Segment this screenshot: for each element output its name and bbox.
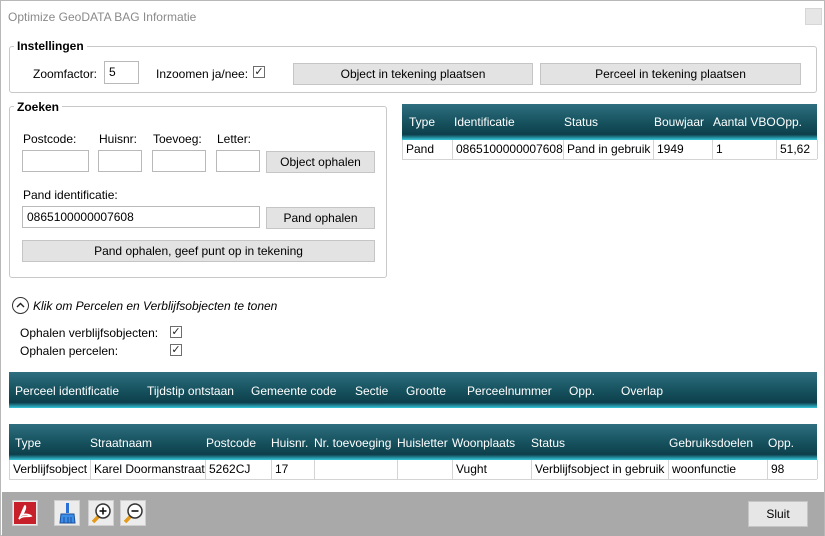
close-button[interactable] [805, 8, 822, 25]
vbo-col-nr-toevoeging[interactable]: Nr. toevoeging [314, 436, 391, 450]
vbo-cell-huisletter [398, 460, 453, 479]
inzoomen-checkbox[interactable]: ✓ [253, 66, 265, 78]
vbo-table-row[interactable]: Verblijfsobject Karel Doormanstraat 5262… [9, 460, 818, 480]
perceel-col-tijdstip[interactable]: Tijdstip ontstaan [147, 384, 234, 398]
huisnr-label: Huisnr: [99, 132, 138, 146]
postcode-label: Postcode: [23, 132, 77, 146]
huisnr-input[interactable] [98, 150, 142, 172]
pand-cell-identificatie: 0865100000007608 [453, 140, 564, 159]
perceel-in-tekening-button[interactable]: Perceel in tekening plaatsen [540, 63, 801, 85]
inzoomen-label: Inzoomen ja/nee: [156, 67, 249, 81]
zoom-out-icon[interactable] [120, 500, 146, 526]
perceel-col-sectie[interactable]: Sectie [355, 384, 388, 398]
toevoeg-input[interactable] [152, 150, 206, 172]
perceel-col-grootte[interactable]: Grootte [406, 384, 446, 398]
vbo-cell-opp: 98 [768, 460, 818, 479]
vbo-col-postcode[interactable]: Postcode [206, 436, 256, 450]
toevoeg-label: Toevoeg: [153, 132, 202, 146]
vbo-grid-header: Type Straatnaam Postcode Huisnr. Nr. toe… [9, 424, 817, 460]
pand-col-type[interactable]: Type [409, 115, 435, 129]
vbo-col-opp[interactable]: Opp. [768, 436, 794, 450]
object-ophalen-button[interactable]: Object ophalen [266, 151, 375, 173]
brush-icon[interactable] [54, 500, 80, 526]
vbo-col-huisnr[interactable]: Huisnr. [271, 436, 308, 450]
pand-identificatie-label: Pand identificatie: [23, 188, 118, 202]
pand-cell-type: Pand [403, 140, 453, 159]
sluit-button[interactable]: Sluit [748, 501, 808, 527]
ophalen-verblijfsobjecten-checkbox[interactable]: ✓ [170, 326, 182, 338]
vbo-cell-status: Verblijfsobject in gebruik [532, 460, 669, 479]
vbo-cell-postcode: 5262CJ [206, 460, 272, 479]
expander-label[interactable]: Klik om Percelen en Verblijfsobjecten te… [33, 299, 277, 313]
pand-col-opp[interactable]: Opp. [776, 115, 802, 129]
pand-ophalen-punt-button[interactable]: Pand ophalen, geef punt op in tekening [22, 240, 375, 262]
zoeken-legend: Zoeken [14, 100, 63, 114]
vbo-cell-woonplaats: Vught [453, 460, 532, 479]
object-in-tekening-button[interactable]: Object in tekening plaatsen [293, 63, 533, 85]
vbo-col-status[interactable]: Status [531, 436, 565, 450]
postcode-input[interactable] [22, 150, 89, 172]
instellingen-legend: Instellingen [14, 39, 87, 53]
perceel-grid-header: Perceel identificatie Tijdstip ontstaan … [9, 372, 817, 408]
pand-col-identificatie[interactable]: Identificatie [454, 115, 515, 129]
zoomfactor-label: Zoomfactor: [33, 67, 98, 81]
pand-cell-aantal-vbo: 1 [713, 140, 777, 159]
vbo-cell-nr-toevoeging [315, 460, 398, 479]
perceel-col-perceelnummer[interactable]: Perceelnummer [467, 384, 552, 398]
zoom-in-icon[interactable] [88, 500, 114, 526]
bag-informatie-window: Optimize GeoDATA BAG Informatie Instelli… [0, 0, 825, 536]
vbo-cell-gebruiksdoelen: woonfunctie [669, 460, 768, 479]
vbo-cell-straatnaam: Karel Doormanstraat [91, 460, 206, 479]
vbo-cell-huisnr: 17 [272, 460, 315, 479]
pand-table-row[interactable]: Pand 0865100000007608 Pand in gebruik 19… [402, 140, 818, 160]
pand-cell-bouwjaar: 1949 [654, 140, 713, 159]
pand-cell-opp: 51,62 [777, 140, 818, 159]
ophalen-verblijfsobjecten-label: Ophalen verblijfsobjecten: [20, 326, 159, 340]
ophalen-percelen-checkbox[interactable]: ✓ [170, 344, 182, 356]
letter-input[interactable] [216, 150, 260, 172]
pand-grid-header: Type Identificatie Status Bouwjaar Aanta… [402, 104, 817, 140]
expander-toggle-icon[interactable] [12, 297, 29, 314]
window-title: Optimize GeoDATA BAG Informatie [8, 10, 197, 24]
vbo-col-huisletter[interactable]: Huisletter [397, 436, 448, 450]
perceel-col-opp[interactable]: Opp. [569, 384, 595, 398]
perceel-col-overlap[interactable]: Overlap [621, 384, 663, 398]
zoomfactor-input[interactable]: 5 [104, 61, 139, 84]
pand-ophalen-button[interactable]: Pand ophalen [266, 207, 375, 229]
pand-cell-status: Pand in gebruik [564, 140, 654, 159]
pand-col-status[interactable]: Status [564, 115, 598, 129]
vbo-col-woonplaats[interactable]: Woonplaats [452, 436, 515, 450]
vbo-col-straatnaam[interactable]: Straatnaam [90, 436, 152, 450]
vbo-cell-type: Verblijfsobject [10, 460, 91, 479]
bottom-toolbar: Sluit [2, 492, 824, 536]
vbo-col-type[interactable]: Type [15, 436, 41, 450]
letter-label: Letter: [217, 132, 252, 146]
ophalen-percelen-label: Ophalen percelen: [20, 344, 119, 358]
perceel-col-identificatie[interactable]: Perceel identificatie [15, 384, 119, 398]
pand-identificatie-input[interactable]: 0865100000007608 [22, 206, 260, 228]
perceel-col-gemeente[interactable]: Gemeente code [251, 384, 336, 398]
vbo-col-gebruiksdoelen[interactable]: Gebruiksdoelen [669, 436, 753, 450]
pand-col-aantal-vbo[interactable]: Aantal VBO [713, 115, 776, 129]
pdf-icon[interactable] [12, 500, 38, 526]
pand-col-bouwjaar[interactable]: Bouwjaar [654, 115, 704, 129]
